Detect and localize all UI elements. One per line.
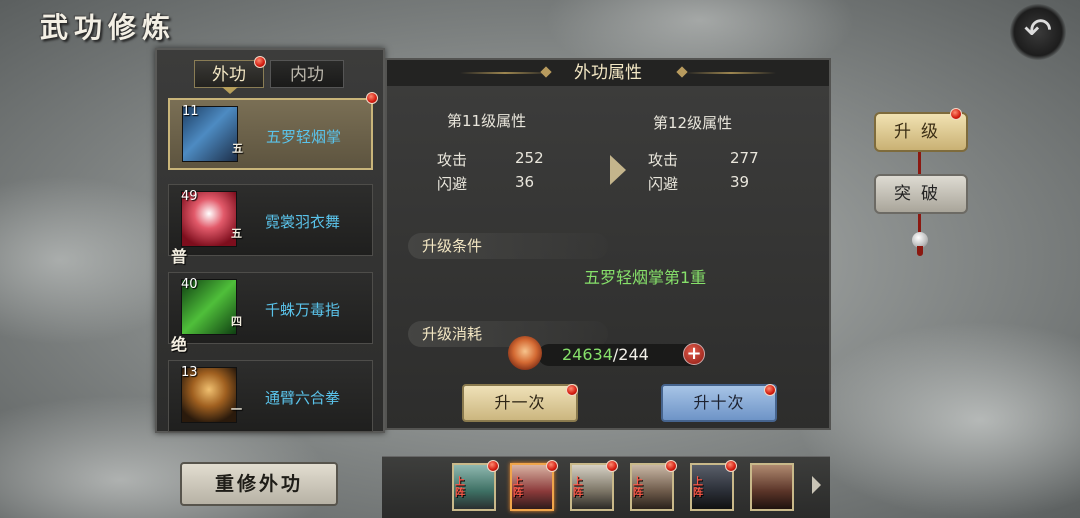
skill-grade: 四 — [231, 315, 242, 328]
skill-tag: 普 — [171, 247, 188, 266]
stat-label: 攻击 — [437, 151, 468, 169]
notification-dot — [725, 460, 737, 472]
notification-dot — [546, 460, 558, 472]
deployed-tag: 上阵 — [633, 477, 643, 499]
skill-level: 49 — [181, 189, 198, 204]
tab-internal[interactable]: 内功 — [270, 60, 344, 88]
notification-dot — [487, 460, 499, 472]
skill-item[interactable]: 40 四 绝 千蛛万毒指 — [168, 272, 373, 354]
skill-item[interactable]: 13 一 通臂六合拳 — [168, 360, 373, 432]
stat-value: 39 — [730, 173, 750, 191]
notification-dot — [665, 460, 677, 472]
stat-value: 36 — [515, 173, 535, 191]
character-portrait[interactable] — [750, 463, 794, 511]
cost-have: 24634 — [562, 345, 613, 364]
stat-label: 攻击 — [648, 151, 679, 169]
skill-level: 11 — [182, 104, 199, 119]
scroll-tassel — [917, 246, 923, 256]
deployed-tag: 上阵 — [513, 477, 523, 499]
skill-grade: 一 — [231, 403, 242, 416]
notification-dot — [764, 384, 776, 396]
upgrade-once-button[interactable]: 升一次 — [462, 384, 578, 422]
notification-dot — [254, 56, 266, 68]
deployed-tag: 上阵 — [693, 477, 703, 499]
notification-dot — [950, 108, 962, 120]
current-level-title: 第11级属性 — [447, 112, 527, 130]
add-resource-button[interactable]: + — [683, 343, 705, 365]
stat-label: 闪避 — [437, 175, 468, 193]
skill-grade: 五 — [232, 142, 243, 155]
skill-level: 13 — [181, 365, 198, 380]
skill-level: 40 — [181, 277, 198, 292]
next-level-title: 第12级属性 — [653, 114, 733, 132]
skill-tag: 绝 — [171, 335, 188, 354]
back-arrow-icon: ↶ — [1023, 11, 1053, 51]
header-ornament — [686, 72, 776, 74]
notification-dot — [606, 460, 618, 472]
stat-value: 252 — [515, 149, 544, 167]
skill-name: 五罗轻烟掌 — [266, 128, 342, 146]
skill-item[interactable]: 49 五 普 霓裳羽衣舞 — [168, 184, 373, 266]
skill-name: 霓裳羽衣舞 — [265, 213, 341, 231]
stat-label: 闪避 — [648, 175, 679, 193]
upgrade-ten-button[interactable]: 升十次 — [661, 384, 777, 422]
notification-dot — [566, 384, 578, 396]
breakthrough-mode-button[interactable]: 突破 — [874, 174, 968, 214]
skill-item[interactable]: 11 五 五罗轻烟掌 — [168, 98, 373, 170]
skill-name: 千蛛万毒指 — [265, 301, 341, 319]
condition-label: 升级条件 — [408, 233, 608, 259]
header-ornament — [460, 72, 550, 74]
screen-title: 武功修炼 — [40, 11, 177, 44]
stat-value: 277 — [730, 149, 759, 167]
potential-icon — [508, 336, 542, 370]
cost-need: /244 — [612, 345, 649, 364]
deployed-tag: 上阵 — [455, 477, 465, 499]
notification-dot — [366, 92, 378, 104]
skill-name: 通臂六合拳 — [265, 389, 341, 407]
back-button[interactable]: ↶ — [1010, 4, 1066, 60]
condition-value: 五罗轻烟掌第1重 — [584, 268, 707, 287]
tab-indicator — [222, 87, 238, 94]
reset-external-skill-button[interactable]: 重修外功 — [180, 462, 338, 506]
skill-grade: 五 — [231, 227, 242, 240]
chevron-right-icon[interactable] — [812, 476, 821, 494]
cost-amount: 24634/244 — [562, 345, 649, 364]
deployed-tag: 上阵 — [573, 477, 583, 499]
chevron-right-icon — [610, 155, 626, 185]
